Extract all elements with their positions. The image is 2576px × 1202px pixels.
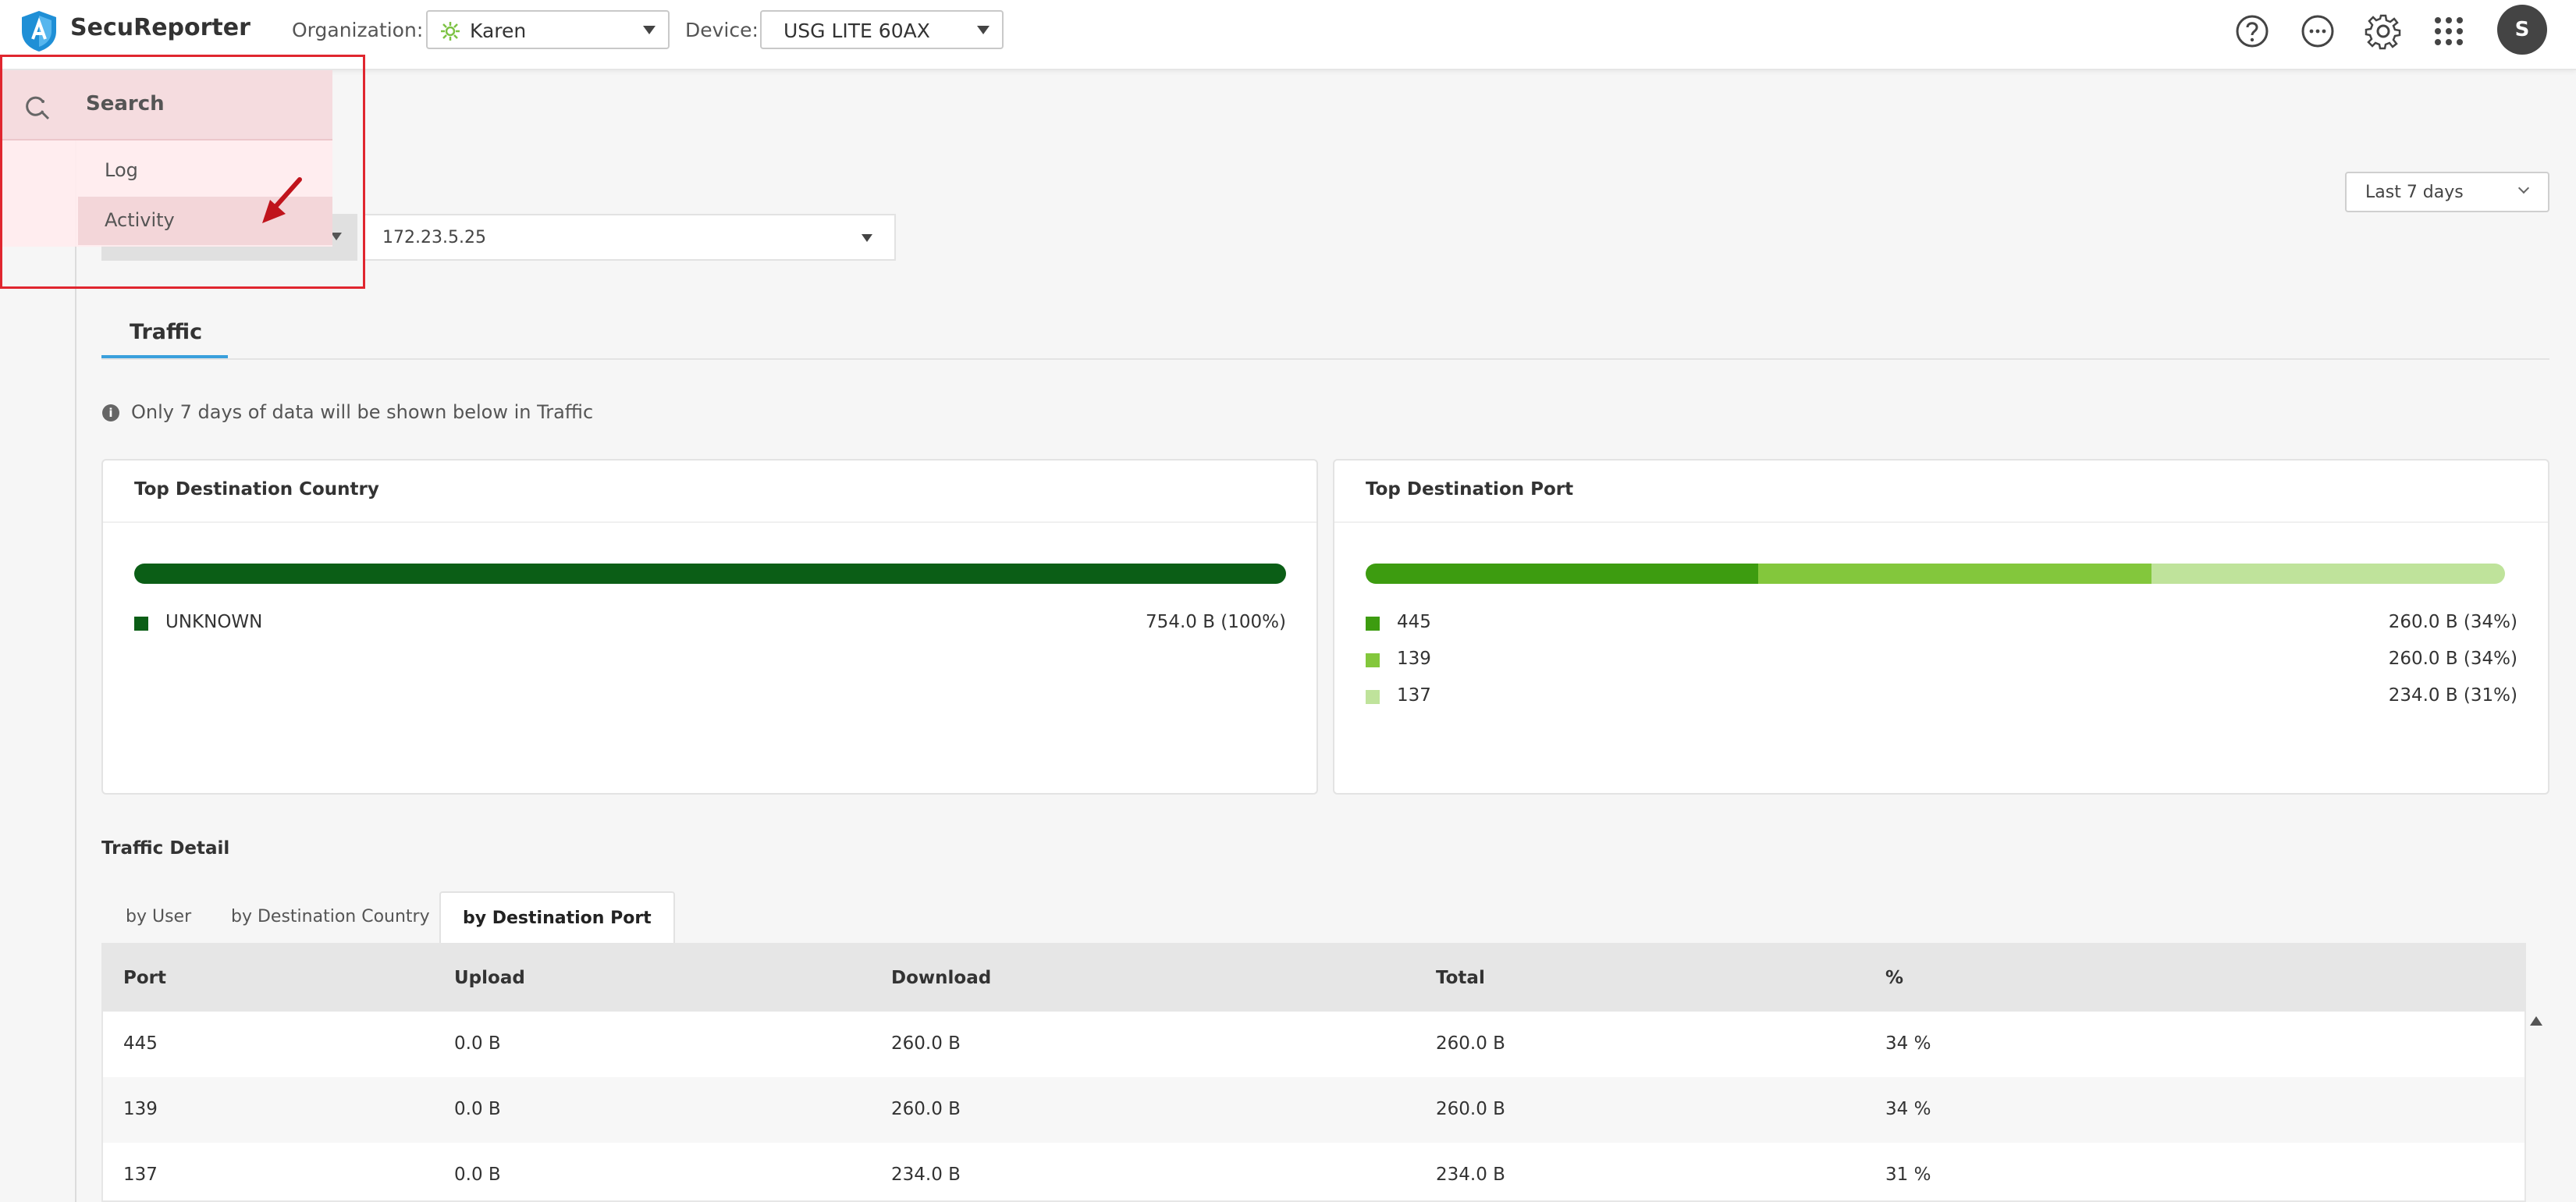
time-range-value: Last 7 days (2365, 183, 2464, 202)
card-title: Top Destination Country (134, 479, 379, 500)
cell-total: 260.0 B (1436, 1099, 1505, 1119)
organization-select[interactable]: Karen (426, 10, 670, 49)
card-divider (103, 521, 1316, 523)
bar-segment-137[interactable] (2151, 564, 2505, 584)
avatar[interactable]: S (2497, 5, 2547, 55)
cell-upload: 0.0 B (454, 1033, 501, 1054)
legend-value: 754.0 B (100%) (1146, 612, 1286, 632)
top-destination-country-card: Top Destination Country UNKNOWN 754.0 B (… (101, 459, 1318, 795)
cell-download: 234.0 B (891, 1165, 961, 1185)
legend-item[interactable]: UNKNOWN 754.0 B (100%) (134, 612, 1286, 635)
table-header: Port Upload Download Total % (103, 944, 2524, 1012)
country-stacked-bar (134, 564, 1286, 584)
legend-item[interactable]: 139 260.0 B (34%) (1366, 649, 2517, 672)
ip-address-select[interactable]: 172.23.5.25 (364, 214, 896, 261)
cell-percent: 34 % (1885, 1033, 1931, 1054)
port-stacked-bar (1366, 564, 2505, 584)
chevron-down-icon (862, 234, 872, 242)
info-message: Only 7 days of data will be shown below … (131, 401, 594, 423)
tab-by-user[interactable]: by User (104, 891, 213, 943)
table-row[interactable]: 137 0.0 B 234.0 B 234.0 B 31 % (103, 1143, 2524, 1202)
legend-item[interactable]: 137 234.0 B (31%) (1366, 685, 2517, 709)
legend-value: 260.0 B (34%) (2388, 612, 2517, 632)
legend-swatch (1366, 653, 1380, 667)
legend-label: 445 (1397, 612, 1431, 632)
more-icon[interactable] (2299, 12, 2336, 50)
scroll-up-arrow-icon[interactable] (2530, 1016, 2542, 1026)
legend-label: 139 (1397, 649, 1431, 669)
info-icon: i (102, 404, 119, 421)
app-title[interactable]: SecuReporter (70, 14, 250, 41)
organization-icon (441, 22, 460, 41)
tab-by-destination-port[interactable]: by Destination Port (439, 891, 675, 943)
column-header-upload[interactable]: Upload (454, 968, 525, 988)
apps-grid-icon[interactable] (2430, 12, 2468, 50)
cell-download: 260.0 B (891, 1099, 961, 1119)
legend-swatch (1366, 690, 1380, 704)
legend-item[interactable]: 445 260.0 B (34%) (1366, 612, 2517, 635)
device-label: Device: (685, 19, 759, 41)
help-icon[interactable] (2233, 12, 2271, 50)
bar-segment-445[interactable] (1366, 564, 1759, 584)
cell-port: 139 (123, 1099, 158, 1119)
time-range-select[interactable]: Last 7 days (2345, 172, 2549, 212)
top-destination-port-card: Top Destination Port 445 260.0 B (34%) 139… (1333, 459, 2549, 795)
ip-address-value: 172.23.5.25 (382, 228, 486, 247)
organization-label: Organization: (292, 19, 424, 41)
chevron-down-icon (977, 26, 990, 34)
device-select[interactable]: USG LITE 60AX (760, 10, 1004, 49)
column-header-total[interactable]: Total (1436, 968, 1485, 988)
tab-traffic[interactable]: Traffic (130, 320, 202, 344)
tab-by-destination-country[interactable]: by Destination Country (209, 891, 452, 943)
bar-segment-139[interactable] (1758, 564, 2151, 584)
legend-swatch (1366, 617, 1380, 631)
cell-download: 260.0 B (891, 1033, 961, 1054)
legend-value: 260.0 B (34%) (2388, 649, 2517, 669)
organization-value: Karen (470, 20, 527, 42)
top-bar: SecuReporter Organization: Karen Device:… (0, 0, 2576, 70)
securereporter-logo-icon[interactable] (19, 9, 59, 53)
cell-total: 260.0 B (1436, 1033, 1505, 1054)
chevron-down-icon (643, 26, 656, 34)
cell-port: 137 (123, 1165, 158, 1185)
cell-upload: 0.0 B (454, 1165, 501, 1185)
card-divider (1334, 521, 2548, 523)
column-header-port[interactable]: Port (123, 968, 166, 988)
cell-percent: 34 % (1885, 1099, 1931, 1119)
legend-swatch (134, 617, 148, 631)
bar-segment-UNKNOWN[interactable] (134, 564, 1286, 584)
traffic-detail-title: Traffic Detail (101, 838, 230, 859)
cell-port: 445 (123, 1033, 158, 1054)
card-title: Top Destination Port (1366, 479, 1574, 500)
cell-upload: 0.0 B (454, 1099, 501, 1119)
device-value: USG LITE 60AX (783, 20, 930, 42)
annotation-highlight-box (0, 55, 365, 289)
column-header-percent[interactable]: % (1885, 968, 1903, 988)
traffic-detail-table: Port Upload Download Total % 445 0.0 B 2… (101, 943, 2526, 1202)
annotation-arrow-icon (262, 177, 302, 223)
legend-label: 137 (1397, 685, 1431, 706)
cell-percent: 31 % (1885, 1165, 1931, 1185)
legend-label: UNKNOWN (165, 612, 263, 632)
gear-icon[interactable] (2365, 12, 2402, 50)
table-row[interactable]: 445 0.0 B 260.0 B 260.0 B 34 % (103, 1012, 2524, 1077)
legend-value: 234.0 B (31%) (2388, 685, 2517, 706)
cell-total: 234.0 B (1436, 1165, 1505, 1185)
column-header-download[interactable]: Download (891, 968, 991, 988)
table-row[interactable]: 139 0.0 B 260.0 B 260.0 B 34 % (103, 1077, 2524, 1143)
tabs-divider (101, 358, 2549, 360)
chevron-down-icon (2517, 182, 2530, 194)
